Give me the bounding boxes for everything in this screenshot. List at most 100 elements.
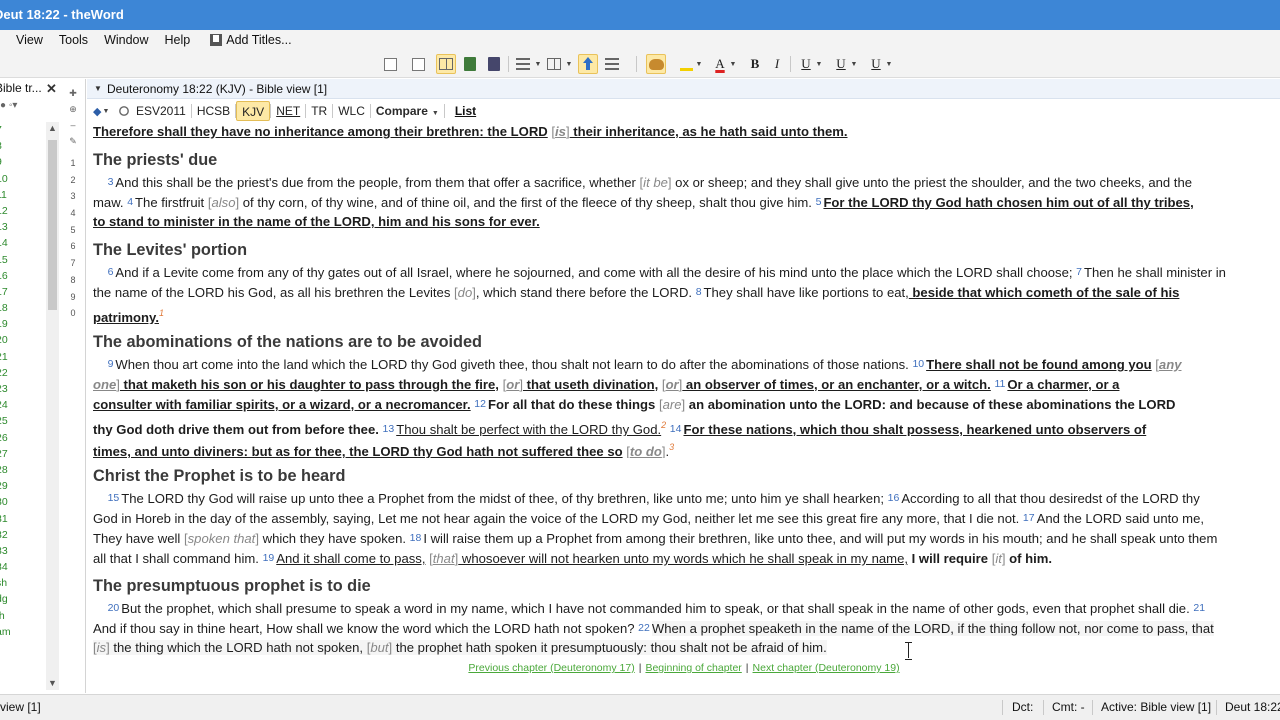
underline2-button[interactable]: U: [831, 54, 851, 74]
chapter-list-item[interactable]: 31: [0, 511, 46, 527]
chapter-list-item[interactable]: dg: [0, 591, 46, 607]
chapter-list-item[interactable]: 25: [0, 413, 46, 429]
chapter-list-item[interactable]: 29: [0, 478, 46, 494]
underline2-dropdown[interactable]: ▼: [849, 54, 859, 74]
scroll-up-icon[interactable]: ▲: [48, 123, 57, 133]
font-color-button[interactable]: A: [710, 54, 730, 74]
dash-icon[interactable]: –: [66, 117, 80, 133]
toolbar-divider: [508, 56, 509, 72]
tab-hcsb[interactable]: HCSB: [192, 101, 235, 121]
palette-button[interactable]: [646, 54, 666, 74]
bookmark-icon[interactable]: ⊕: [66, 101, 80, 117]
verse-line: 15 The LORD thy God will raise up unto th…: [107, 491, 1200, 506]
view-mode-dropdown[interactable]: ▼: [564, 54, 574, 74]
bible-text[interactable]: Therefore shall they have no inheritance…: [93, 122, 1275, 690]
arrow-up-icon: [582, 57, 594, 71]
underline-dropdown[interactable]: ▼: [814, 54, 824, 74]
chapter-list-item[interactable]: 12: [0, 203, 46, 219]
menu-window[interactable]: Window: [96, 33, 156, 47]
layers-icon[interactable]: ◆ ▼: [93, 104, 113, 118]
chapter-list-item[interactable]: 15: [0, 252, 46, 268]
chapter-list-item[interactable]: 16: [0, 268, 46, 284]
vertical-tools: ✚ ⊕ – ✎: [66, 85, 80, 149]
tab-wlc[interactable]: WLC: [333, 101, 370, 121]
chapter-list-item[interactable]: 17: [0, 284, 46, 300]
chapter-list-item[interactable]: 8: [0, 138, 46, 154]
chapter-list-item[interactable]: 28: [0, 462, 46, 478]
search-icon[interactable]: [119, 106, 129, 116]
pin-icon[interactable]: ✚: [66, 85, 80, 101]
chapter-list-item[interactable]: 23: [0, 381, 46, 397]
chapter-list-item[interactable]: 9: [0, 154, 46, 170]
close-icon[interactable]: ✕: [46, 81, 57, 97]
paragraph-button[interactable]: [513, 54, 533, 74]
chapter-list-item[interactable]: 10: [0, 171, 46, 187]
highlighter-dropdown[interactable]: ▼: [694, 54, 704, 74]
verse-number: 21: [1193, 602, 1206, 614]
verse-line: the name of the LORD his God, as all his…: [93, 285, 1180, 300]
align-button[interactable]: [602, 54, 622, 74]
book-dark-button[interactable]: [484, 54, 504, 74]
menu-bar: View Tools Window Help Add Titles...: [0, 30, 1280, 50]
copy-button[interactable]: [408, 54, 428, 74]
chapter-list-item[interactable]: 13: [0, 219, 46, 235]
verse-number: 10: [912, 358, 925, 370]
pane-tools[interactable]: ● ◦▾: [0, 100, 17, 111]
chapter-list-item[interactable]: 32: [0, 527, 46, 543]
beginning-of-chapter-link[interactable]: Beginning of chapter: [645, 662, 741, 674]
scroll-down-icon[interactable]: ▼: [48, 678, 57, 688]
edit-icon[interactable]: ✎: [66, 133, 80, 149]
new-window-button[interactable]: [380, 54, 400, 74]
chapter-list-item[interactable]: 30: [0, 494, 46, 510]
menu-view[interactable]: View: [8, 33, 51, 47]
font-color-icon: A: [715, 56, 725, 71]
collapse-icon[interactable]: ▼: [94, 79, 102, 99]
tab-esv2011[interactable]: ESV2011: [131, 101, 191, 121]
compare-dropdown[interactable]: Compare ▼: [371, 104, 444, 118]
tab-tr[interactable]: TR: [306, 101, 332, 121]
chapter-list-item[interactable]: 7: [0, 122, 46, 138]
highlighter-button[interactable]: [676, 54, 696, 74]
toolbar-divider: [790, 56, 791, 72]
paragraph-dropdown[interactable]: ▼: [533, 54, 543, 74]
list-button[interactable]: List: [445, 104, 484, 118]
chapter-list-item[interactable]: 20: [0, 332, 46, 348]
sync-up-button[interactable]: [578, 54, 598, 74]
pane-scrollbar[interactable]: ▲ ▼: [46, 122, 59, 690]
italic-button[interactable]: I: [767, 54, 787, 74]
verse-number: 17: [1022, 512, 1035, 524]
tab-net[interactable]: NET: [271, 101, 305, 121]
font-color-dropdown[interactable]: ▼: [728, 54, 738, 74]
scroll-thumb[interactable]: [48, 140, 57, 310]
underline3-dropdown[interactable]: ▼: [884, 54, 894, 74]
underline3-button[interactable]: U: [866, 54, 886, 74]
chapter-list-item[interactable]: th: [0, 608, 46, 624]
bold-button[interactable]: B: [745, 54, 765, 74]
chapter-list-item[interactable]: 34: [0, 559, 46, 575]
view-mode-button[interactable]: [544, 54, 564, 74]
chapter-list-item[interactable]: 24: [0, 397, 46, 413]
chapter-list-item[interactable]: 11: [0, 187, 46, 203]
chapter-list-item[interactable]: 19: [0, 316, 46, 332]
chapter-list-item[interactable]: 14: [0, 235, 46, 251]
verse-number: 5: [815, 196, 822, 208]
next-chapter-link[interactable]: Next chapter (Deuteronomy 19): [753, 662, 900, 674]
previous-chapter-link[interactable]: Previous chapter (Deuteronomy 17): [468, 662, 634, 674]
underline-button[interactable]: U: [796, 54, 816, 74]
menu-help[interactable]: Help: [157, 33, 199, 47]
chapter-list-item[interactable]: 26: [0, 430, 46, 446]
chapter-list-item[interactable]: 21: [0, 349, 46, 365]
status-divider: [1002, 700, 1003, 715]
book-green-button[interactable]: [460, 54, 480, 74]
chapter-list-item[interactable]: 22: [0, 365, 46, 381]
menu-tools[interactable]: Tools: [51, 33, 96, 47]
add-titles-button[interactable]: Add Titles...: [202, 33, 299, 47]
chapter-list-item[interactable]: 27: [0, 446, 46, 462]
chapter-list-item[interactable]: 18: [0, 300, 46, 316]
chapter-list-item[interactable]: am: [0, 624, 46, 640]
layout-button[interactable]: [436, 54, 456, 74]
chapter-list-item[interactable]: 33: [0, 543, 46, 559]
tab-kjv[interactable]: KJV: [236, 101, 271, 121]
chapter-list-item[interactable]: sh: [0, 575, 46, 591]
gutter-number: 9: [70, 291, 76, 302]
